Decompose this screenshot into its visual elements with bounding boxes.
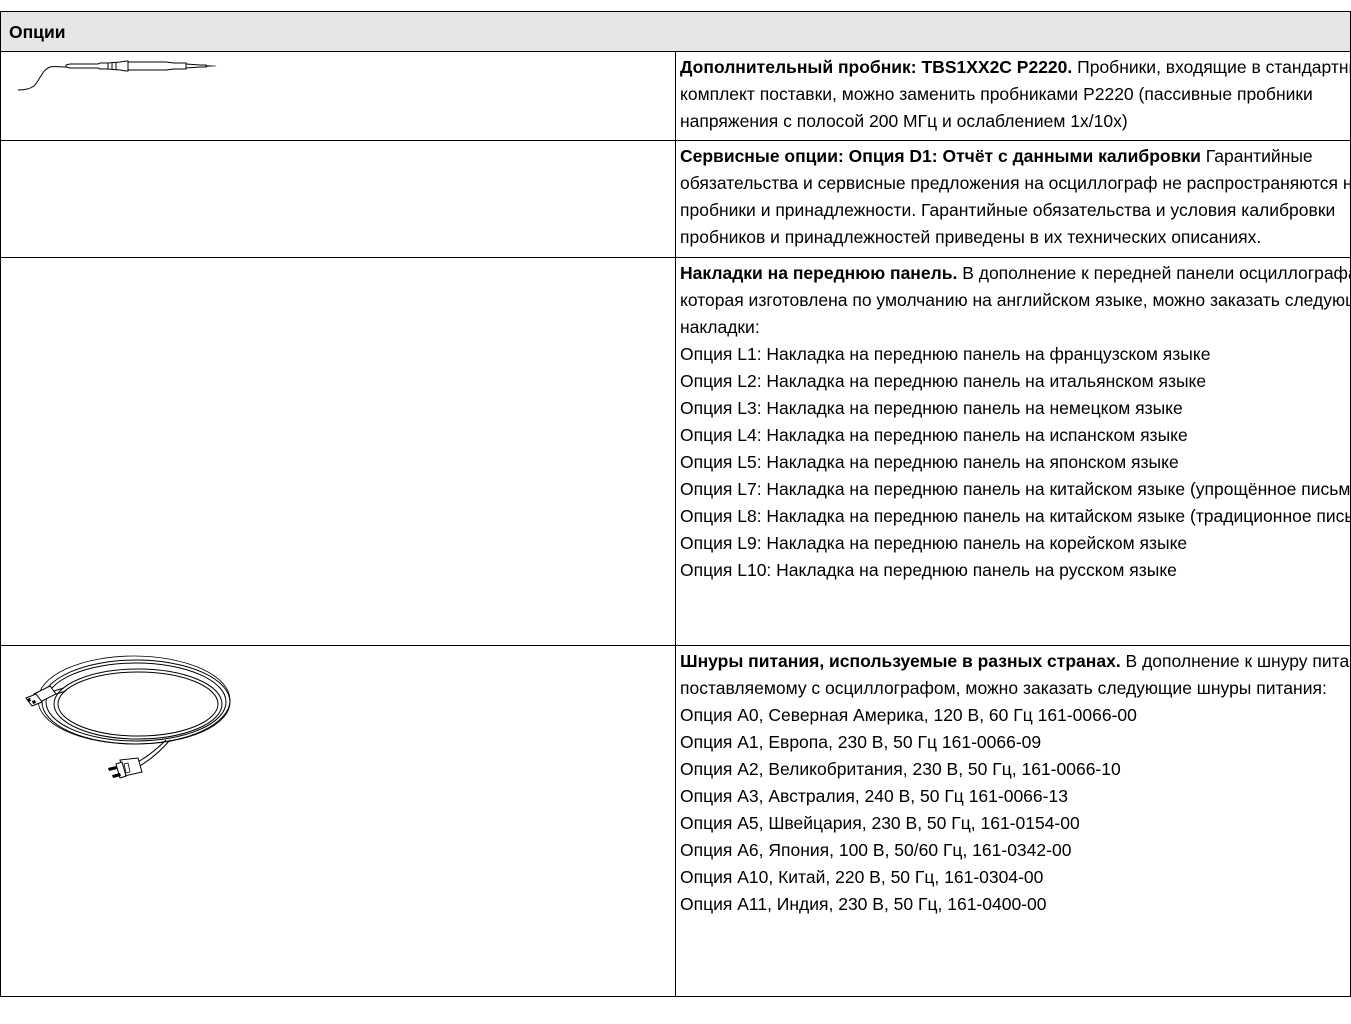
cords-text-line: В дополнение к шнуру питания, bbox=[1125, 651, 1351, 671]
overlay-option-item: Опция L1: Накладка на переднюю панель на… bbox=[680, 344, 1211, 364]
overlay-option-item: Опция L4: Накладка на переднюю панель на… bbox=[680, 425, 1188, 445]
table-header-title: Опции bbox=[0, 11, 1351, 52]
overlay-text-line: В дополнение к передней панели осциллогр… bbox=[957, 263, 1351, 283]
table-row-service: Сервисные опции: Опция D1: Отчёт с данны… bbox=[0, 140, 1351, 258]
probe-text-line: комплект поставки, можно заменить пробни… bbox=[680, 84, 1313, 104]
overlay-option-item: Опция L9: Накладка на переднюю панель на… bbox=[680, 533, 1188, 553]
service-text-line: Гарантийные bbox=[1200, 146, 1313, 166]
table-row-probe: Дополнительный пробник: TBS1XX2C P2220. … bbox=[0, 51, 1351, 141]
service-image-cell bbox=[0, 140, 676, 258]
cords-option-item: Опция A3, Австралия, 240 В, 50 Гц 161-00… bbox=[680, 786, 1068, 806]
overlay-text-line: накладки: bbox=[680, 317, 760, 337]
table-row-cords: Шнуры питания, используемые в разных стр… bbox=[0, 645, 1351, 997]
cords-title: Шнуры питания, используемые в разных стр… bbox=[680, 651, 1121, 671]
probe-text-line: напряжения с полосой 200 МГц и ослаблени… bbox=[680, 111, 1128, 131]
probe-image-cell bbox=[0, 51, 676, 141]
overlay-option-item: Опция L5: Накладка на переднюю панель на… bbox=[680, 452, 1179, 472]
overlay-image-cell bbox=[0, 257, 676, 646]
table-row-overlay: Накладки на переднюю панель. В дополнени… bbox=[0, 257, 1351, 646]
cords-image-cell bbox=[0, 645, 676, 997]
overlay-option-item: Опция L3: Накладка на переднюю панель на… bbox=[680, 398, 1183, 418]
service-description-cell: Сервисные опции: Опция D1: Отчёт с данны… bbox=[675, 140, 1351, 258]
probe-image-icon bbox=[17, 60, 217, 91]
cords-option-item: Опция A11, Индия, 230 В, 50 Гц, 161-0400… bbox=[680, 894, 1047, 914]
probe-text-line: Пробники, входящие в стандартный bbox=[1072, 57, 1351, 77]
options-table: Опции Дополнительный пробник: TBS1XX2C P… bbox=[0, 11, 1351, 997]
service-title: Сервисные опции: Опция D1: Отчёт с данны… bbox=[680, 146, 1201, 166]
probe-description-cell: Дополнительный пробник: TBS1XX2C P2220. … bbox=[675, 51, 1351, 141]
overlay-text-line: которая изготовлена по умолчанию на англ… bbox=[680, 290, 1351, 310]
cords-description-cell: Шнуры питания, используемые в разных стр… bbox=[675, 645, 1351, 997]
service-text-line: обязательства и сервисные предложения на… bbox=[680, 173, 1351, 193]
power-cord-image-icon bbox=[25, 655, 231, 779]
cords-option-item: Опция A0, Северная Америка, 120 В, 60 Гц… bbox=[680, 705, 1137, 725]
table-header-row: Опции bbox=[0, 11, 1351, 52]
probe-title: Дополнительный пробник: TBS1XX2C P2220. bbox=[680, 57, 1073, 77]
overlay-option-item: Опция L8: Накладка на переднюю панель на… bbox=[680, 506, 1351, 526]
overlay-description-cell: Накладки на переднюю панель. В дополнени… bbox=[675, 257, 1351, 646]
overlay-title: Накладки на переднюю панель. bbox=[680, 263, 958, 283]
service-text-line: пробников и принадлежностей приведены в … bbox=[680, 227, 1262, 247]
overlay-option-item: Опция L7: Накладка на переднюю панель на… bbox=[680, 479, 1351, 499]
cords-option-item: Опция A6, Япония, 100 В, 50/60 Гц, 161-0… bbox=[680, 840, 1072, 860]
overlay-option-item: Опция L2: Накладка на переднюю панель на… bbox=[680, 371, 1207, 391]
cords-text-line: поставляемому с осциллографом, можно зак… bbox=[680, 678, 1327, 698]
cords-option-item: Опция A2, Великобритания, 230 В, 50 Гц, … bbox=[680, 759, 1121, 779]
overlay-option-item: Опция L10: Накладка на переднюю панель н… bbox=[680, 560, 1177, 580]
cords-option-item: Опция A1, Европа, 230 В, 50 Гц 161-0066-… bbox=[680, 732, 1042, 752]
cords-option-item: Опция A10, Китай, 220 В, 50 Гц, 161-0304… bbox=[680, 867, 1044, 887]
cords-option-item: Опция A5, Швейцария, 230 В, 50 Гц, 161-0… bbox=[680, 813, 1080, 833]
service-text-line: пробники и принадлежности. Гарантийные о… bbox=[680, 200, 1336, 220]
